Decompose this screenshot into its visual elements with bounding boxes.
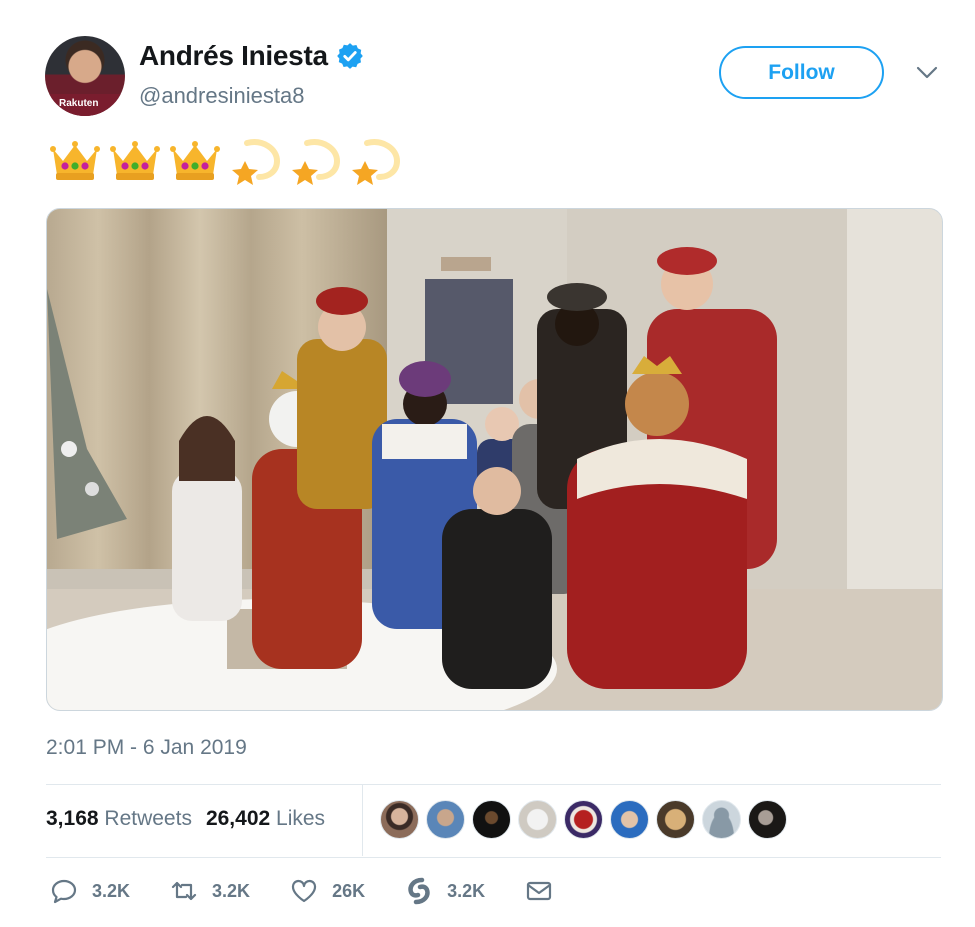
retweets-count: 3,168 (46, 807, 99, 830)
liker-avatar[interactable] (656, 800, 695, 839)
follow-button[interactable]: Follow (719, 46, 884, 99)
crown-emoji-icon (50, 141, 100, 180)
shooting-star-emoji-icon (232, 139, 281, 185)
verified-badge-icon (336, 43, 363, 69)
actions-top-divider (46, 857, 941, 858)
retweets-label: Retweets (104, 807, 192, 830)
liker-avatar[interactable] (472, 800, 511, 839)
tweet-actions: 3.2K 3.2K 26K 3.2K (50, 877, 593, 905)
liker-avatar-default[interactable] (702, 800, 741, 839)
stats-divider (362, 785, 363, 856)
crown-emoji-icon (110, 141, 160, 180)
liker-avatar[interactable] (426, 800, 465, 839)
crown-emoji-icon (170, 141, 220, 180)
author-handle[interactable]: @andresiniesta8 (139, 83, 304, 109)
author-name-row[interactable]: Andrés Iniesta (139, 40, 364, 72)
likes-stat[interactable]: 26,402 Likes (206, 807, 325, 831)
author-avatar[interactable]: Rakuten (45, 36, 125, 116)
chevron-down-icon[interactable] (916, 66, 938, 80)
retweet-action[interactable]: 3.2K (170, 877, 250, 905)
heart-icon[interactable] (290, 877, 318, 905)
reply-icon[interactable] (50, 877, 78, 905)
like-count: 26K (332, 880, 366, 901)
moments-count: 3.2K (447, 880, 486, 901)
likers-avatars (380, 800, 787, 839)
author-display-name[interactable]: Andrés Iniesta (139, 40, 328, 72)
stats-top-divider (46, 784, 941, 785)
liker-avatar[interactable] (564, 800, 603, 839)
retweet-icon[interactable] (170, 877, 198, 905)
family-photo-illustration (47, 209, 942, 710)
shooting-star-emoji-icon (352, 139, 401, 185)
likes-count: 26,402 (205, 807, 271, 830)
reply-count: 3.2K (92, 880, 131, 901)
envelope-icon[interactable] (525, 877, 553, 905)
liker-avatar[interactable] (610, 800, 649, 839)
liker-avatar[interactable] (380, 800, 419, 839)
retweets-stat[interactable]: 3,168 Retweets (46, 807, 192, 831)
tweet-timestamp[interactable]: 2:01 PM - 6 Jan 2019 (46, 736, 247, 760)
engagement-stats: 3,168 Retweets 26,402 Likes (46, 807, 325, 831)
liker-avatar[interactable] (518, 800, 557, 839)
reply-action[interactable]: 3.2K (50, 877, 130, 905)
likes-label: Likes (276, 807, 326, 830)
direct-message-action[interactable] (525, 877, 553, 905)
swirl-icon[interactable] (405, 877, 433, 905)
tweet-text (47, 133, 403, 189)
moments-action[interactable]: 3.2K (405, 877, 485, 905)
retweet-count: 3.2K (212, 880, 251, 901)
liker-avatar[interactable] (748, 800, 787, 839)
shooting-star-emoji-icon (292, 139, 341, 185)
avatar-sponsor-text: Rakuten (59, 98, 99, 109)
like-action[interactable]: 26K (290, 877, 365, 905)
tweet-photo[interactable] (46, 208, 943, 711)
